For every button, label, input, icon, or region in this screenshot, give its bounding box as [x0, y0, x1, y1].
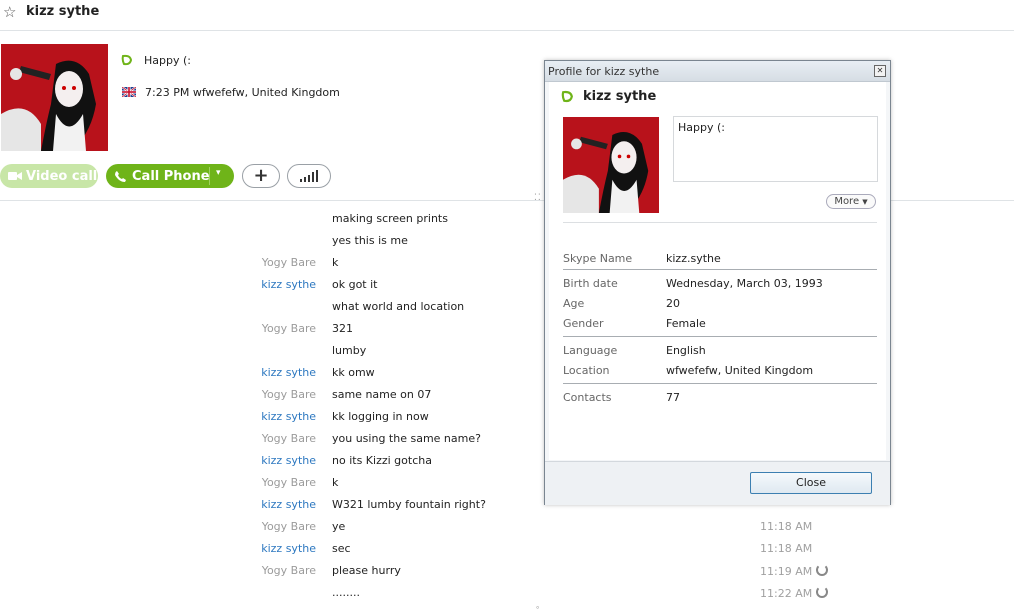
message-text: yes this is me	[332, 234, 408, 247]
message-sender[interactable]: kizz sythe	[0, 454, 316, 467]
favorite-star-icon[interactable]: ☆	[3, 3, 16, 21]
close-button[interactable]: Close	[750, 472, 872, 494]
message-text: k	[332, 476, 339, 489]
message-text: no its Kizzi gotcha	[332, 454, 432, 467]
message-time: 11:22 AM	[760, 586, 829, 600]
sending-spinner-icon	[816, 586, 829, 598]
resize-handle[interactable]: ⁚⁚	[534, 193, 542, 203]
message-sender[interactable]: kizz sythe	[0, 366, 316, 379]
profile-dialog: Profile for kizz sythe ✕ kizz sythe Happ…	[544, 60, 891, 505]
message-timestamp: 11:18 AM	[760, 520, 813, 533]
message-row: Yogy Bare please hurry 11:19 AM	[0, 564, 1014, 582]
call-phone-label: Call Phone	[132, 168, 210, 184]
message-text: W321 lumby fountain right?	[332, 498, 486, 511]
birth-date-label: Birth date	[563, 277, 618, 290]
skype-name-value: kizz.sythe	[666, 252, 721, 265]
video-call-button[interactable]: Video call	[0, 164, 98, 188]
message-sender[interactable]: Yogy Bare	[0, 388, 316, 401]
contact-name: kizz sythe	[26, 4, 100, 19]
message-sender[interactable]: Yogy Bare	[0, 256, 316, 269]
language-label: Language	[563, 344, 618, 357]
message-sender[interactable]: Yogy Bare	[0, 520, 316, 533]
contact-avatar[interactable]	[1, 44, 108, 151]
message-text: you using the same name?	[332, 432, 481, 445]
dialog-titlebar[interactable]: Profile for kizz sythe ✕	[545, 61, 890, 82]
message-row: Yogy Bare ye 11:18 AM	[0, 520, 1014, 538]
language-value: English	[666, 344, 706, 357]
uk-flag-icon	[122, 87, 136, 97]
age-label: Age	[563, 297, 585, 310]
message-time: 11:19 AM	[760, 564, 829, 578]
message-text: same name on 07	[332, 388, 432, 401]
more-button[interactable]: More ▼	[826, 194, 876, 209]
message-text: ye	[332, 520, 346, 533]
gender-label: Gender	[563, 317, 604, 330]
profile-mood-box: Happy (:	[673, 116, 878, 182]
online-status-icon	[561, 90, 573, 103]
signal-bars-icon	[300, 170, 318, 182]
message-row: ........ 11:22 AM	[0, 586, 1014, 604]
message-sender[interactable]: Yogy Bare	[0, 432, 316, 445]
more-label: More	[834, 196, 860, 207]
dialog-footer: Close	[545, 461, 890, 505]
message-text: lumby	[332, 344, 367, 357]
message-sender[interactable]: Yogy Bare	[0, 322, 316, 335]
add-button[interactable]: +	[242, 164, 280, 188]
message-timestamp: 11:18 AM	[760, 542, 813, 555]
message-sender[interactable]: Yogy Bare	[0, 564, 316, 577]
message-text: ok got it	[332, 278, 378, 291]
birth-date-value: Wednesday, March 03, 1993	[666, 277, 823, 290]
message-text: what world and location	[332, 300, 465, 313]
message-time: 11:18 AM	[760, 542, 812, 555]
sending-spinner-icon	[816, 564, 829, 576]
message-sender[interactable]: Yogy Bare	[0, 476, 316, 489]
gender-value: Female	[666, 317, 706, 330]
message-sender[interactable]: kizz sythe	[0, 498, 316, 511]
location-value: wfwefefw, United Kingdom	[666, 364, 814, 377]
age-value: 20	[666, 297, 680, 310]
message-text: kk logging in now	[332, 410, 429, 423]
message-text: k	[332, 256, 339, 269]
message-text: sec	[332, 542, 351, 555]
message-text: making screen prints	[332, 212, 448, 225]
dialog-title: Profile for kizz sythe	[548, 65, 660, 78]
mood-message: Happy (:	[144, 54, 191, 67]
call-phone-button[interactable]: Call Phone ▾	[106, 164, 234, 188]
location-label: Location	[563, 364, 610, 377]
video-call-label: Video call	[26, 168, 98, 184]
dialog-body: kizz sythe Happy (: More ▼ Skype Name ki…	[549, 82, 886, 460]
message-text: 321	[332, 322, 353, 335]
chevron-down-icon: ▼	[862, 198, 868, 206]
message-sender[interactable]: kizz sythe	[0, 542, 316, 555]
message-timestamp: 11:19 AM	[760, 565, 813, 578]
contacts-value: 77	[666, 391, 680, 404]
online-status-icon	[121, 54, 133, 66]
message-text: kk omw	[332, 366, 375, 379]
message-text: ........	[332, 586, 360, 599]
skype-name-label: Skype Name	[563, 252, 633, 265]
phone-icon	[115, 170, 126, 182]
message-row: kizz sythe sec 11:18 AM	[0, 542, 1014, 560]
plus-icon: +	[253, 165, 269, 186]
call-quality-button[interactable]	[287, 164, 331, 188]
profile-mood: Happy (:	[678, 121, 725, 134]
contacts-label: Contacts	[563, 391, 612, 404]
message-time: 11:18 AM	[760, 520, 812, 533]
message-sender[interactable]: kizz sythe	[0, 278, 316, 291]
message-sender[interactable]: kizz sythe	[0, 410, 316, 423]
call-dropdown-icon[interactable]: ▾	[216, 168, 221, 178]
video-camera-icon	[8, 172, 22, 180]
profile-name: kizz sythe	[583, 89, 657, 104]
profile-avatar	[563, 117, 659, 213]
message-timestamp: 11:22 AM	[760, 587, 813, 600]
conversation-header: ☆ kizz sythe	[0, 0, 1014, 31]
message-text: please hurry	[332, 564, 401, 577]
close-icon[interactable]: ✕	[874, 65, 886, 77]
local-time-location: 7:23 PM wfwefefw, United Kingdom	[145, 86, 340, 99]
